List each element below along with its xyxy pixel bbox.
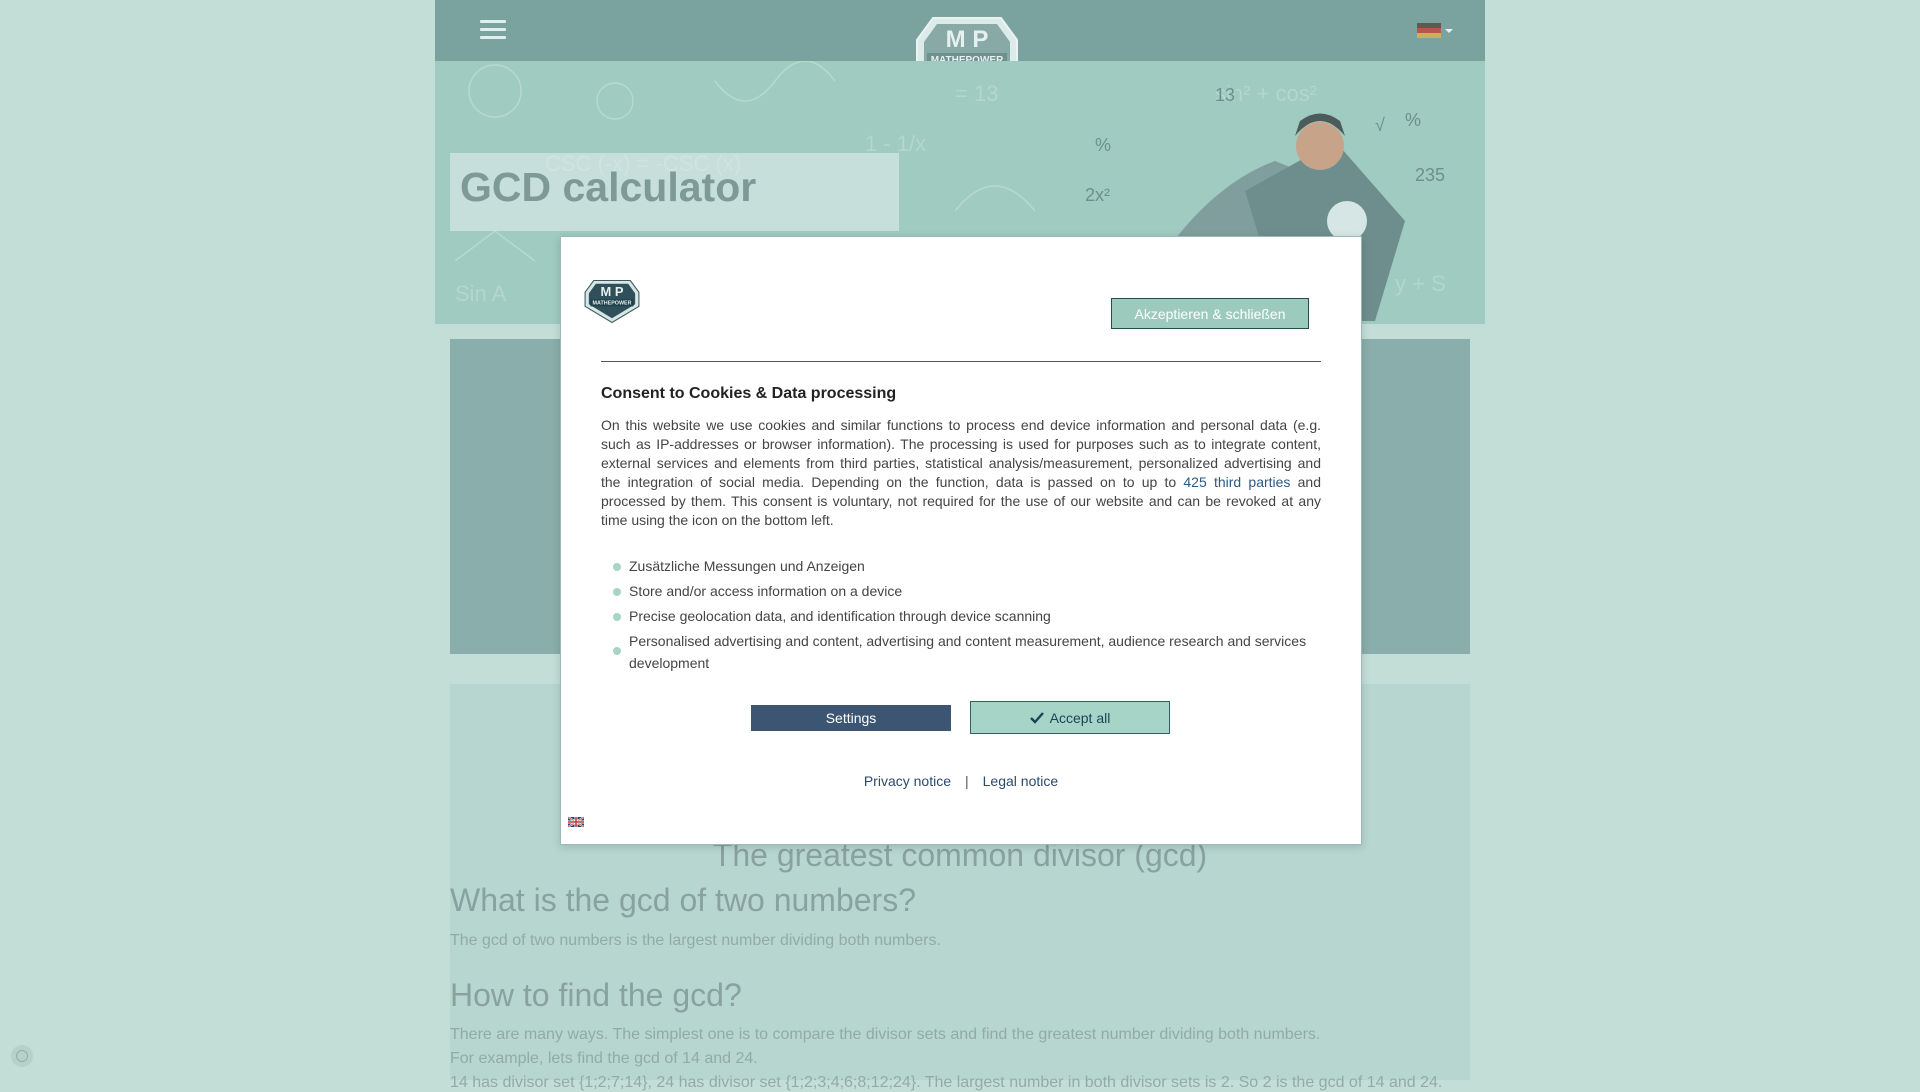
how-text-2: For example, lets find the gcd of 14 and…: [450, 1050, 758, 1067]
fingerprint-icon[interactable]: [11, 1045, 33, 1067]
svg-text:M P: M P: [946, 26, 989, 53]
page-title: GCD calculator: [460, 164, 757, 210]
mathepower-logo-small: M P MATHEPOWER: [584, 279, 640, 324]
svg-text:235: 235: [1415, 165, 1445, 185]
chevron-down-icon: [1445, 29, 1453, 33]
link-separator: |: [965, 773, 969, 789]
how-text-1: There are many ways. The simplest one is…: [450, 1026, 1321, 1043]
legal-notice-link[interactable]: Legal notice: [983, 773, 1059, 789]
accept-all-label: Accept all: [1049, 709, 1111, 726]
purpose-list: Zusätzliche Messungen und Anzeigen Store…: [613, 555, 1313, 677]
purpose-item: Zusätzliche Messungen und Anzeigen: [613, 555, 1313, 577]
english-flag-icon[interactable]: [568, 817, 584, 827]
svg-text:13: 13: [1215, 85, 1235, 105]
divider: [601, 361, 1321, 362]
svg-text:%: %: [1405, 110, 1421, 130]
consent-text: On this website we use cookies and simil…: [601, 416, 1321, 530]
how-heading: How to find the gcd?: [450, 977, 742, 1013]
accept-and-close-button[interactable]: Akzeptieren & schließen: [1111, 298, 1309, 329]
svg-text:2x²: 2x²: [1085, 185, 1110, 205]
consent-title: Consent to Cookies & Data processing: [601, 385, 897, 402]
german-flag-icon: [1417, 23, 1441, 38]
svg-text:M P: M P: [601, 284, 624, 299]
language-selector[interactable]: [1417, 23, 1459, 39]
purpose-item: Personalised advertising and content, ad…: [613, 630, 1313, 674]
svg-text:Sin A: Sin A: [455, 281, 507, 306]
purpose-item: Store and/or access information on a dev…: [613, 580, 1313, 602]
purpose-item: Precise geolocation data, and identifica…: [613, 605, 1313, 627]
privacy-notice-link[interactable]: Privacy notice: [864, 773, 951, 789]
top-navbar: M P MATHEPOWER: [435, 0, 1485, 98]
check-icon: [1029, 711, 1044, 724]
svg-text:MATHEPOWER: MATHEPOWER: [592, 301, 631, 307]
svg-text:= 13: = 13: [955, 81, 998, 106]
footer-links: Privacy notice | Legal notice: [561, 773, 1361, 789]
how-text-3: 14 has divisor set {1;2;7;14}, 24 has di…: [450, 1074, 1443, 1091]
third-parties-link[interactable]: 425 third parties: [1183, 474, 1290, 490]
svg-text:√: √: [1375, 115, 1385, 135]
what-text: The gcd of two numbers is the largest nu…: [450, 932, 941, 949]
what-heading: What is the gcd of two numbers?: [450, 882, 916, 918]
svg-text:%: %: [1095, 135, 1111, 155]
cookie-consent-dialog: M P MATHEPOWER Akzeptieren & schließen C…: [560, 236, 1362, 845]
settings-button[interactable]: Settings: [751, 705, 951, 731]
accept-all-button[interactable]: Accept all: [970, 701, 1170, 734]
hamburger-menu-icon[interactable]: [480, 20, 506, 40]
